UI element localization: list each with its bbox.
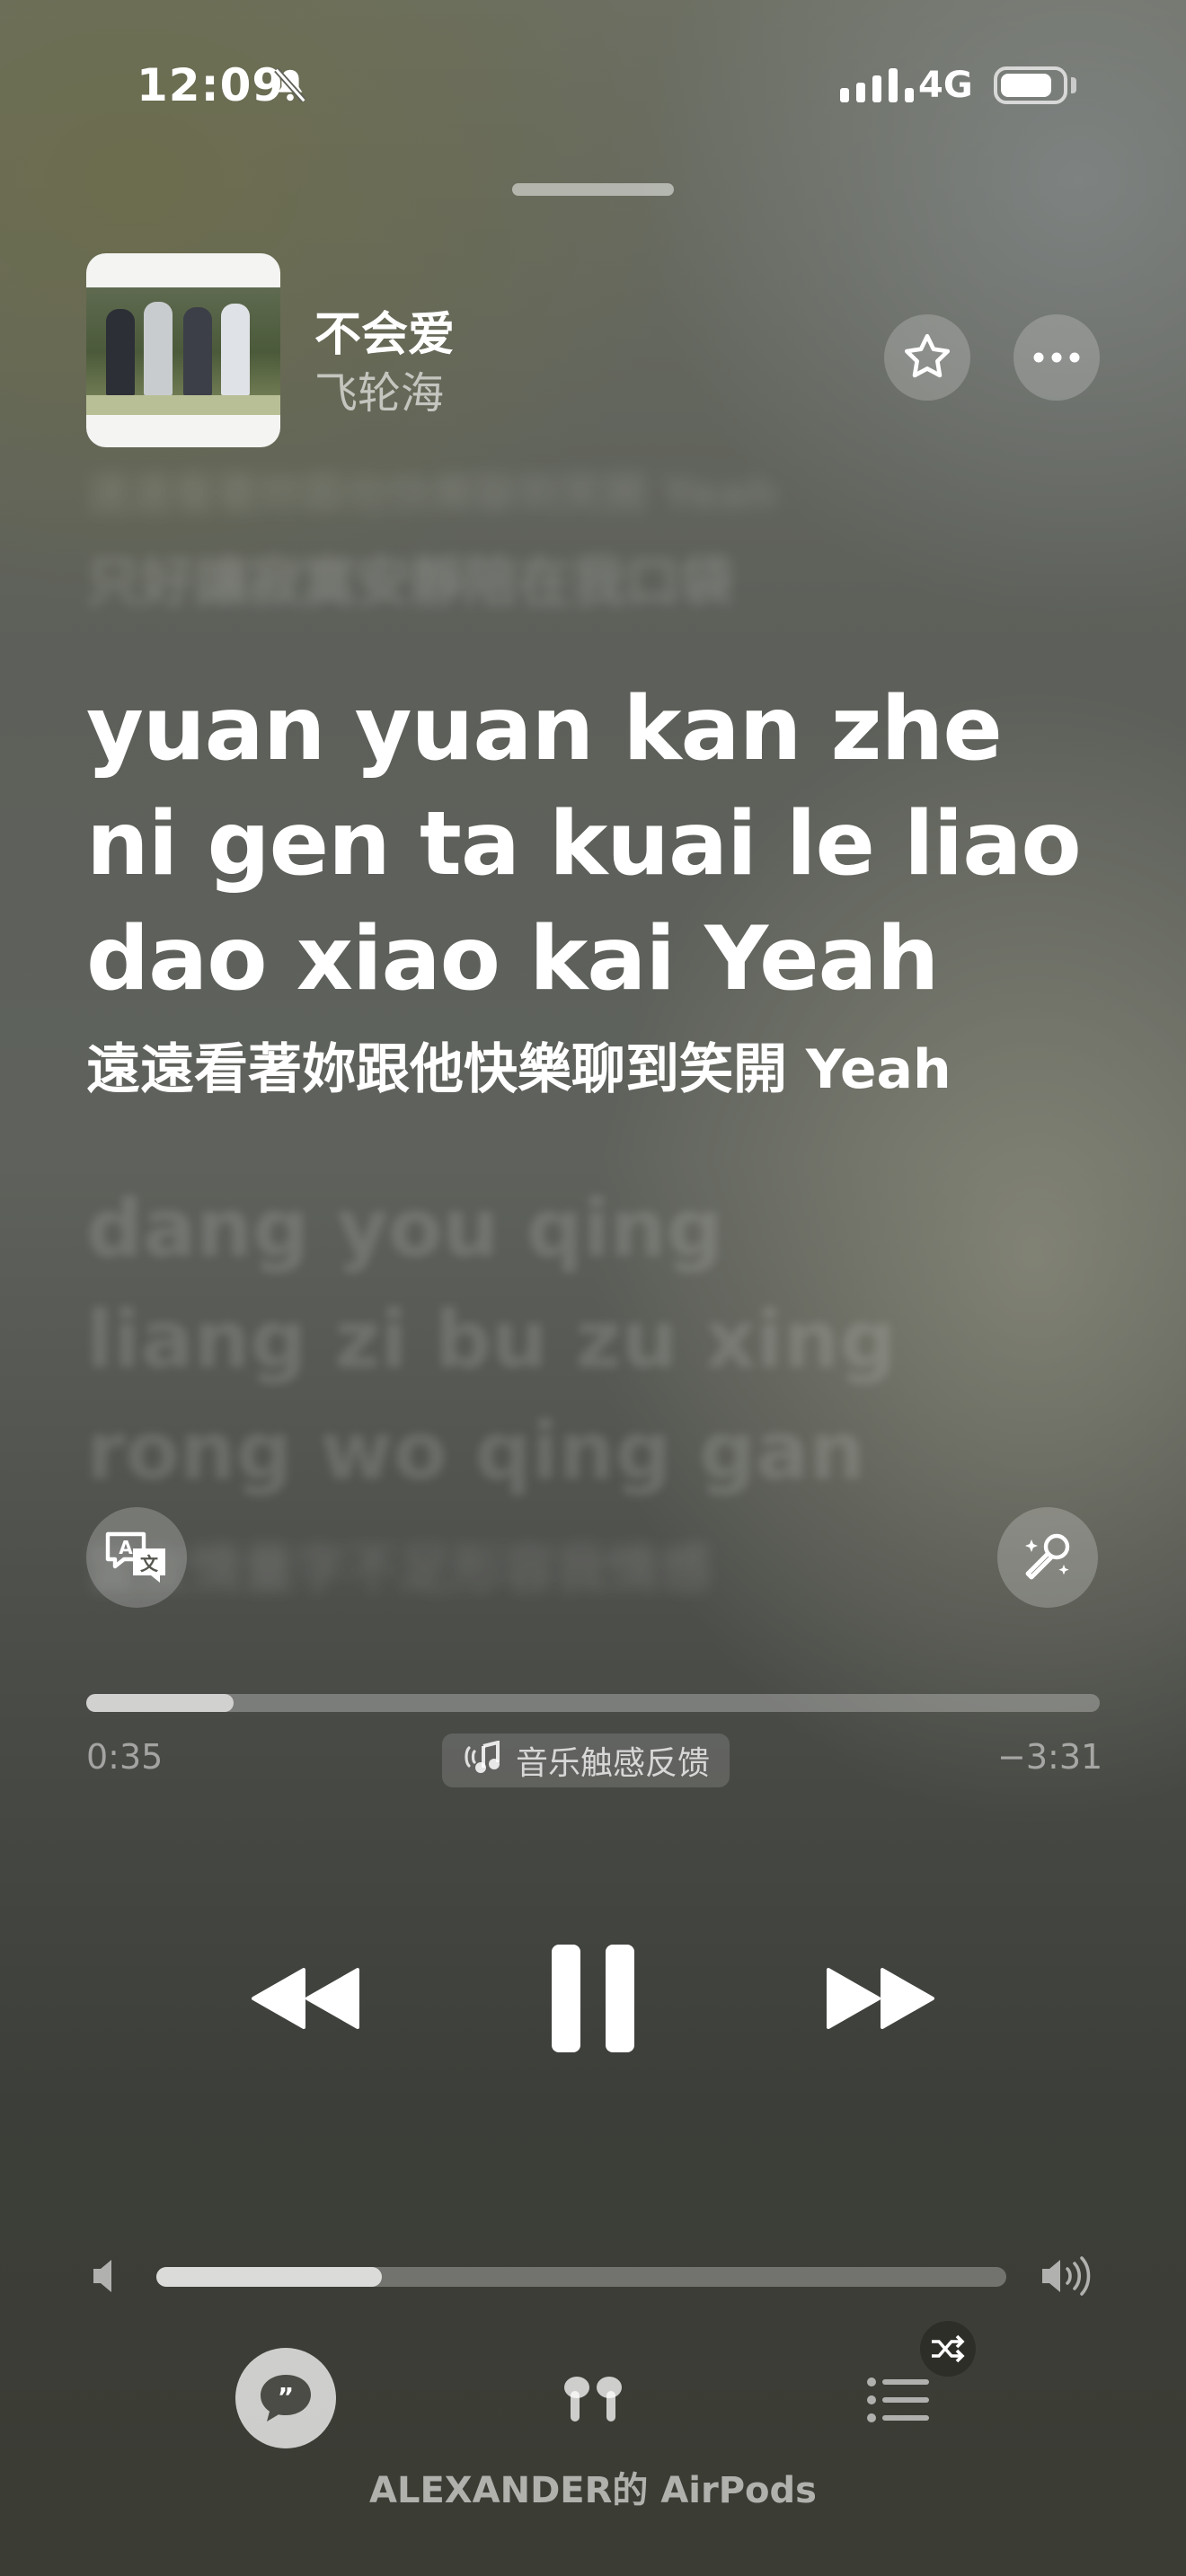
progress-fill[interactable] xyxy=(86,1694,234,1712)
star-icon xyxy=(904,333,951,378)
lyric-next-line[interactable]: dang you qing xyxy=(86,1182,723,1275)
list-icon xyxy=(867,2378,929,2422)
battery-icon xyxy=(994,66,1067,104)
airpods-icon xyxy=(564,2377,622,2422)
music-haptics-icon xyxy=(465,1741,500,1773)
battery-tip xyxy=(1071,77,1076,93)
remaining-time: −3:31 xyxy=(997,1737,1103,1777)
sing-button[interactable] xyxy=(997,1507,1098,1608)
lyric-previous-faint[interactable]: 遠遠看著妳跟他快樂聊到笑開 Yeah xyxy=(86,458,778,521)
microphone-sparkle-icon xyxy=(1025,1533,1070,1580)
bell-slash-icon xyxy=(270,65,311,110)
svg-text:文: 文 xyxy=(140,1553,159,1575)
album-person xyxy=(106,309,135,395)
album-person xyxy=(144,302,173,395)
music-haptics-button[interactable]: 音乐触感反馈 xyxy=(442,1734,730,1787)
album-person xyxy=(221,304,250,395)
song-title[interactable]: 不会爱 xyxy=(314,296,455,364)
lyrics-button[interactable]: ” xyxy=(235,2348,336,2448)
translate-icon: A 文 xyxy=(105,1531,165,1583)
lyric-next-line[interactable]: rong wo qing gan xyxy=(86,1405,865,1497)
svg-text:”: ” xyxy=(278,2382,294,2412)
lyric-current-translation: 遠遠看著妳跟他快樂聊到笑開 Yeah xyxy=(86,1038,951,1101)
pause-button[interactable] xyxy=(530,1931,656,2066)
song-artist[interactable]: 飞轮海 xyxy=(314,357,444,420)
pause-icon xyxy=(552,1945,634,2052)
shuffle-badge xyxy=(920,2321,976,2377)
ellipsis-icon xyxy=(1033,352,1080,363)
svg-text:A: A xyxy=(119,1537,133,1558)
output-device-name[interactable]: ALEXANDER的 AirPods xyxy=(0,2461,1186,2513)
album-art[interactable] xyxy=(86,253,280,447)
volume-fill[interactable] xyxy=(156,2267,382,2287)
album-person xyxy=(183,307,212,395)
progress-track[interactable] xyxy=(86,1694,1100,1712)
lyric-previous[interactable]: 只好讓寂寞安靜陪在我口袋 xyxy=(86,539,733,617)
previous-track-button[interactable] xyxy=(243,1949,368,2048)
elapsed-time: 0:35 xyxy=(86,1737,164,1777)
battery-level xyxy=(1001,74,1051,97)
shuffle-icon xyxy=(932,2334,965,2363)
album-strip xyxy=(86,395,280,415)
speaker-low-icon xyxy=(90,2256,120,2299)
status-time: 12:09 xyxy=(137,59,285,111)
lyric-next-line[interactable]: liang zi bu zu xing xyxy=(86,1293,896,1386)
backward-icon xyxy=(252,1968,359,2029)
airplay-button[interactable] xyxy=(548,2355,638,2445)
speaker-high-icon xyxy=(1039,2253,1094,2303)
music-haptics-label: 音乐触感反馈 xyxy=(516,1745,711,1782)
translate-button[interactable]: A 文 xyxy=(86,1507,187,1608)
sheet-grabber[interactable] xyxy=(512,183,674,196)
favorite-button[interactable] xyxy=(884,314,970,401)
next-track-button[interactable] xyxy=(818,1949,943,2048)
cellular-signal-icon xyxy=(840,68,914,102)
album-photo xyxy=(86,287,280,395)
quote-bubble-icon: ” xyxy=(261,2375,311,2422)
network-type: 4G xyxy=(918,65,973,106)
more-button[interactable] xyxy=(1013,314,1100,401)
lyric-current-line[interactable]: yuan yuan kan zhe ni gen ta kuai le liao… xyxy=(86,672,1120,1017)
forward-icon xyxy=(827,1968,934,2029)
